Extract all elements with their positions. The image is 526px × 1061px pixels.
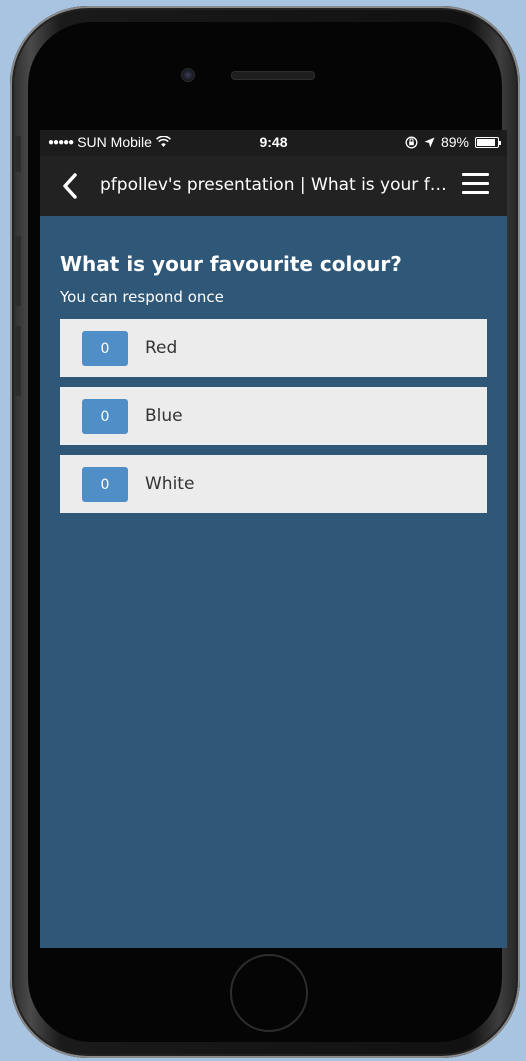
chevron-left-icon[interactable] — [58, 171, 82, 201]
battery-icon — [475, 136, 501, 148]
status-bar: ●●●●● SUN Mobile 9:48 89% — [40, 130, 507, 156]
rotation-lock-icon — [405, 136, 418, 148]
vote-count-badge: 0 — [82, 399, 128, 434]
question-title: What is your favourite colour? — [60, 252, 402, 276]
nav-title: pfpollev's presentation | What is your f… — [100, 175, 449, 195]
hamburger-menu-icon[interactable] — [462, 173, 489, 197]
front-camera — [181, 68, 195, 82]
option-label: White — [145, 474, 195, 494]
volume-up-button — [15, 236, 21, 306]
earpiece-speaker — [231, 71, 315, 80]
home-button[interactable] — [230, 954, 308, 1032]
vote-count-badge: 0 — [82, 467, 128, 502]
volume-down-button — [15, 326, 21, 396]
mute-switch — [15, 136, 21, 172]
response-note: You can respond once — [60, 288, 224, 306]
option-red[interactable]: 0 Red — [60, 319, 487, 377]
battery-level — [477, 138, 495, 146]
poll-content: What is your favourite colour? You can r… — [40, 216, 507, 513]
option-label: Red — [145, 338, 178, 358]
option-white[interactable]: 0 White — [60, 455, 487, 513]
battery-percent: 89% — [440, 134, 469, 150]
phone-screen: ●●●●● SUN Mobile 9:48 89% pfpollev's pre… — [40, 130, 507, 948]
location-arrow-icon — [424, 137, 435, 147]
nav-bar: pfpollev's presentation | What is your f… — [40, 156, 507, 216]
option-blue[interactable]: 0 Blue — [60, 387, 487, 445]
vote-count-badge: 0 — [82, 331, 128, 366]
option-label: Blue — [145, 406, 183, 426]
